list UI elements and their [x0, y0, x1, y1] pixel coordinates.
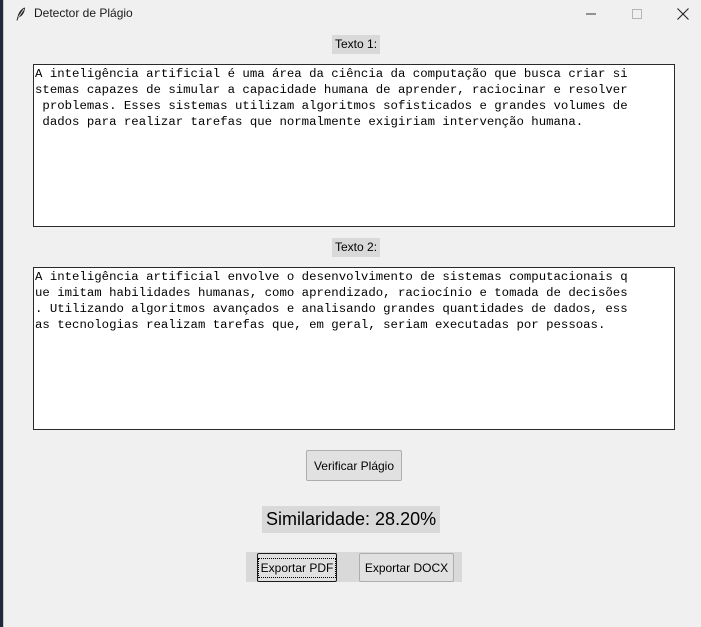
export-pdf-label: Exportar PDF — [257, 557, 337, 578]
minimize-icon — [586, 9, 596, 19]
export-pdf-button[interactable]: Exportar PDF — [257, 553, 337, 582]
similarity-result: Similaridade: 28.20% — [262, 506, 441, 533]
feather-icon — [13, 6, 29, 22]
close-icon — [677, 8, 689, 20]
app-window: Detector de Plágio Texto 1: A inteligênc… — [3, 0, 701, 627]
title-bar[interactable]: Detector de Plágio — [4, 0, 701, 28]
text2-textarea[interactable]: A inteligência artificial envolve o dese… — [33, 267, 675, 430]
close-button[interactable] — [660, 0, 701, 28]
verify-button-label: Verificar Plágio — [313, 458, 395, 473]
text2-label: Texto 2: — [332, 238, 381, 257]
minimize-button[interactable] — [568, 0, 614, 28]
text1-textarea[interactable]: A inteligência artificial é uma área da … — [33, 64, 675, 227]
maximize-icon — [632, 9, 642, 19]
export-docx-button[interactable]: Exportar DOCX — [359, 553, 454, 582]
export-docx-label: Exportar DOCX — [364, 560, 449, 575]
text1-label: Texto 1: — [332, 35, 381, 54]
window-title: Detector de Plágio — [34, 6, 133, 20]
maximize-button[interactable] — [614, 0, 660, 28]
verify-plagiarism-button[interactable]: Verificar Plágio — [306, 450, 402, 481]
